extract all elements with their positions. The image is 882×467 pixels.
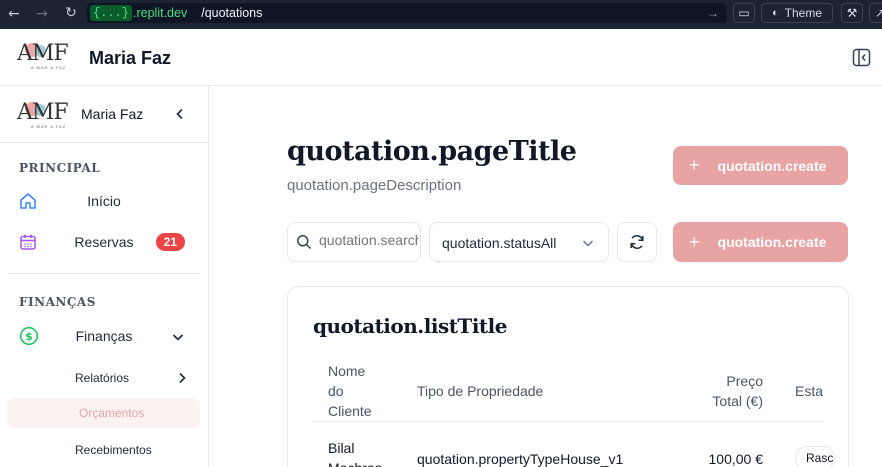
browser-bar: ← → ↻ {...} .replit.dev /quotations → ▭ … xyxy=(0,0,882,29)
create-quotation-button[interactable]: + quotation.create xyxy=(673,146,848,185)
external-link-icon[interactable]: ↗ xyxy=(869,3,882,23)
section-financas: FINANÇAS xyxy=(19,295,96,309)
sidebar-subitem-orcamentos[interactable]: Orçamentos xyxy=(79,406,144,420)
status-badge: Rascunho xyxy=(795,446,835,467)
page-title: quotation.pageTitle xyxy=(287,136,577,167)
column-header-client[interactable]: Nome do Cliente xyxy=(328,361,372,421)
sidebar-logo: AMF A MAR A FAZ xyxy=(17,100,69,129)
status-filter-value: quotation.statusAll xyxy=(442,235,557,251)
refresh-button[interactable] xyxy=(617,222,657,262)
sidebar-header: AMF A MAR A FAZ Maria Faz xyxy=(0,86,208,143)
app-header: AMF A MAR A FAZ Maria Faz xyxy=(0,29,882,86)
sidebar-toggle-icon[interactable] xyxy=(852,48,871,67)
main-content: quotation.pageTitle quotation.pageDescri… xyxy=(210,86,882,467)
quotation-list-card: quotation.listTitle Nome do Cliente Tipo… xyxy=(287,286,849,467)
sidebar-item-label: Início xyxy=(87,193,121,209)
reload-icon[interactable]: ↻ xyxy=(60,5,82,21)
collapse-chevron-icon[interactable] xyxy=(174,108,186,120)
sidebar-item-label: Finanças xyxy=(75,328,133,344)
url-bar[interactable]: {...} .replit.dev /quotations → xyxy=(87,3,727,23)
page-description: quotation.pageDescription xyxy=(287,177,462,194)
create-label: quotation.create xyxy=(717,234,827,250)
search-icon xyxy=(297,235,312,250)
table-header-divider xyxy=(313,421,823,422)
chevron-down-icon xyxy=(172,334,184,341)
column-header-price[interactable]: Preço Total (€) xyxy=(696,371,763,411)
section-principal: PRINCIPAL xyxy=(19,161,101,175)
search-field[interactable] xyxy=(287,222,421,262)
url-path: /quotations xyxy=(201,6,263,20)
search-input[interactable] xyxy=(319,232,419,248)
plus-icon: + xyxy=(689,155,700,175)
logo: AMF A MAR A FAZ xyxy=(17,41,69,70)
cell-client: Bilal Machraa xyxy=(328,440,382,467)
status-filter-select[interactable]: quotation.statusAll xyxy=(429,222,609,262)
wrench-icon[interactable]: ⚒ xyxy=(841,3,863,23)
devices-icon[interactable]: ▭ xyxy=(733,3,755,23)
sidebar-brand-name: Maria Faz xyxy=(81,106,144,122)
sidebar-item-reservas[interactable]: Reservas 21 xyxy=(19,229,189,255)
list-title: quotation.listTitle xyxy=(313,314,507,338)
chevron-right-icon[interactable] xyxy=(176,372,188,384)
column-header-status[interactable]: Esta xyxy=(795,381,823,401)
palette-icon: ◐ xyxy=(771,7,779,19)
back-icon[interactable]: ← xyxy=(3,6,25,22)
sidebar-divider xyxy=(8,273,200,274)
theme-label: Theme xyxy=(784,6,822,20)
reservas-count-badge: 21 xyxy=(155,233,185,251)
chevron-down-icon xyxy=(582,240,594,247)
sidebar-subitem-recebimentos[interactable]: Recebimentos xyxy=(75,443,152,457)
go-arrow-icon[interactable]: → xyxy=(707,6,719,20)
create-quotation-button-secondary[interactable]: + quotation.create xyxy=(673,222,848,262)
brand-name: Maria Faz xyxy=(89,48,172,68)
cell-price: 100,00 € xyxy=(708,451,764,467)
sidebar-subitem-relatorios[interactable]: Relatórios xyxy=(75,371,129,385)
sidebar: AMF A MAR A FAZ Maria Faz PRINCIPAL Iníc… xyxy=(0,86,209,467)
refresh-icon xyxy=(630,235,644,249)
dev-badge: {...} xyxy=(90,5,133,21)
create-label: quotation.create xyxy=(717,157,827,174)
url-host: .replit.dev xyxy=(133,6,188,20)
sidebar-item-inicio[interactable]: Início xyxy=(19,188,189,214)
column-header-property-type[interactable]: Tipo de Propriedade xyxy=(417,381,543,401)
forward-icon[interactable]: → xyxy=(31,6,53,22)
cell-property-type: quotation.propertyTypeHouse_v1 xyxy=(417,451,624,467)
plus-icon: + xyxy=(689,231,700,252)
sidebar-item-financas[interactable]: $ Finanças xyxy=(19,323,189,349)
theme-button[interactable]: ◐ Theme xyxy=(761,3,833,23)
